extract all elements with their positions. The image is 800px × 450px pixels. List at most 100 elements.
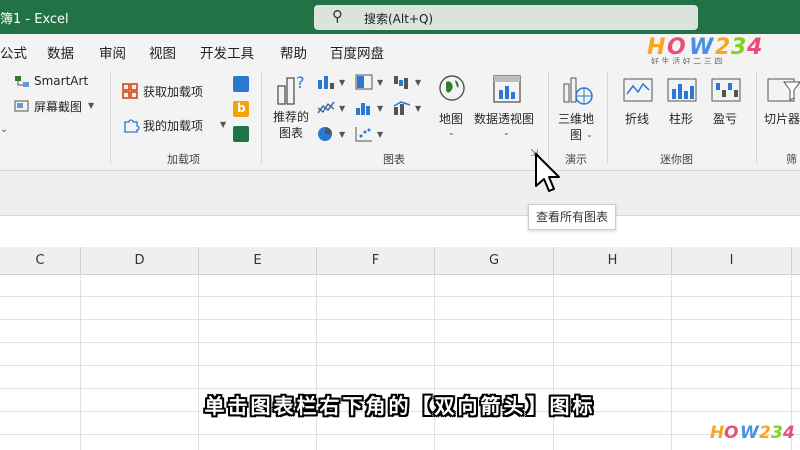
maps-button[interactable]: 地图 ⌄ [434, 72, 470, 144]
tab-view[interactable]: 视图 [149, 42, 176, 62]
screenshot-button[interactable]: 屏幕截图 ▼ [14, 98, 114, 116]
tab-data[interactable]: 数据 [47, 42, 74, 62]
tab-developer[interactable]: 开发工具 [200, 42, 254, 62]
sparkline-column-button[interactable]: 柱形 [661, 72, 705, 132]
grid-line [553, 274, 554, 450]
3d-map-button[interactable]: 三维地 图 ⌄ [556, 72, 600, 144]
3d-map-icon [563, 77, 593, 105]
sparkline-line-button[interactable]: 折线 [617, 72, 661, 132]
recommended-charts-label-2: 图表 [279, 126, 304, 140]
grid-line [198, 274, 199, 450]
line-chart-icon [317, 101, 335, 114]
grid-line [671, 274, 672, 450]
sparkline-column-icon [667, 78, 697, 102]
my-addins-button[interactable]: 我的加载项 ▼ [122, 116, 240, 136]
get-addins-label: 获取加载项 [143, 85, 204, 99]
smartart-label: SmartArt [34, 74, 89, 88]
sparkline-winloss-button[interactable]: 盈亏 [705, 72, 749, 132]
sparkline-line-label: 折线 [625, 112, 650, 126]
store-icon [122, 83, 138, 99]
column-header-g[interactable]: G [435, 247, 554, 274]
svg-text:4: 4 [782, 423, 795, 443]
separator [110, 72, 111, 164]
tab-formulas[interactable]: 公式 [0, 42, 27, 62]
chevron-down-icon: ▼ [339, 104, 346, 113]
line-chart-button[interactable]: ▼ [317, 98, 351, 120]
grid-line [0, 365, 800, 366]
watermark-logo-small-icon: H O W 2 3 4 [710, 423, 795, 443]
window-title: 簿1 - Excel [0, 12, 69, 27]
separator [261, 72, 262, 164]
sparkline-winloss-icon [711, 78, 741, 102]
column-header-f[interactable]: F [317, 247, 435, 274]
chevron-down-icon: ⌄ [586, 130, 593, 139]
formula-bar[interactable] [0, 171, 800, 216]
slicer-icon [767, 78, 800, 102]
waterfall-chart-button[interactable]: ▼ [393, 72, 427, 94]
sparkline-column-label: 柱形 [669, 112, 694, 126]
puzzle-icon [124, 119, 140, 133]
statistic-chart-button[interactable]: ▼ [355, 98, 389, 120]
combo-chart-icon [393, 101, 411, 115]
svg-text:W: W [740, 423, 760, 443]
hierarchy-chart-button[interactable]: ▼ [355, 72, 389, 94]
people-graph-icon[interactable] [233, 126, 249, 142]
slicer-button[interactable]: 切片器 [762, 72, 800, 132]
column-header-c[interactable]: C [0, 247, 81, 274]
chevron-down-icon: ⌄ [503, 128, 510, 137]
smartart-button[interactable]: SmartArt [14, 74, 114, 92]
waterfall-chart-icon [394, 76, 408, 89]
grid-line [0, 342, 800, 343]
charts-group-label: 图表 [383, 153, 405, 166]
recommended-charts-icon: ? [277, 73, 305, 105]
recommended-charts-label-1: 推荐的 [273, 110, 310, 124]
visio-icon[interactable] [233, 76, 249, 92]
grid-line [80, 274, 81, 450]
chevron-down-icon: ▼ [377, 130, 384, 139]
combo-chart-button[interactable]: ▼ [393, 98, 427, 120]
svg-text:H: H [710, 423, 724, 443]
worksheet-grid[interactable] [0, 247, 800, 450]
chevron-down-icon: ⌄ [448, 128, 455, 137]
column-header-row: C D E F G H I [0, 247, 800, 275]
statistic-chart-icon [356, 103, 370, 115]
tours-group-label: 演示 [565, 153, 587, 166]
maps-label: 地图 [439, 112, 464, 126]
column-chart-icon [318, 76, 334, 89]
tab-help[interactable]: 帮助 [280, 42, 307, 62]
my-addins-dropdown-icon: ▼ [220, 120, 227, 129]
get-addins-button[interactable]: 获取加载项 [122, 82, 222, 102]
3d-map-label-1: 三维地 [558, 112, 595, 126]
pie-chart-button[interactable]: ▼ [317, 124, 351, 146]
column-header-e[interactable]: E [199, 247, 317, 274]
sparklines-group-label: 迷你图 [660, 153, 693, 166]
column-header-h[interactable]: H [554, 247, 672, 274]
chevron-down-icon: ▼ [339, 78, 346, 87]
bing-icon[interactable]: b [233, 101, 249, 117]
grid-line [0, 296, 800, 297]
column-chart-button[interactable]: ▼ [317, 72, 351, 94]
grid-line [0, 319, 800, 320]
svg-text:2: 2 [759, 423, 771, 443]
my-addins-label: 我的加载项 [143, 119, 204, 133]
pivot-chart-button[interactable]: 数据透视图 ⌄ [474, 72, 540, 144]
svg-text:3: 3 [771, 423, 783, 443]
tab-review[interactable]: 审阅 [99, 42, 126, 62]
3d-map-label-2: 图 [570, 128, 583, 142]
screenshot-dropdown-icon: ▼ [88, 101, 95, 110]
separator [756, 72, 757, 164]
pie-chart-icon [318, 127, 332, 141]
column-header-i[interactable]: I [672, 247, 792, 274]
tab-baidu-netdisk[interactable]: 百度网盘 [330, 42, 384, 62]
column-header-d[interactable]: D [81, 247, 199, 274]
chevron-down-icon: ▼ [339, 130, 346, 139]
tooltip: 查看所有图表 [528, 204, 617, 230]
svg-text:4: 4 [746, 35, 762, 60]
recommended-charts-button[interactable]: ? 推荐的 图表 [270, 70, 314, 146]
svg-text:3: 3 [731, 35, 746, 60]
globe-icon [439, 75, 465, 101]
search-box[interactable]: ⚲ 搜索(Alt+Q) [314, 5, 698, 30]
ribbon: SmartArt 屏幕截图 ▼ ⌄ 获取加载项 我的加载项 ▼ b 加载项 ? … [0, 64, 800, 171]
scatter-chart-icon [355, 127, 372, 142]
scatter-chart-button[interactable]: ▼ [355, 124, 389, 146]
